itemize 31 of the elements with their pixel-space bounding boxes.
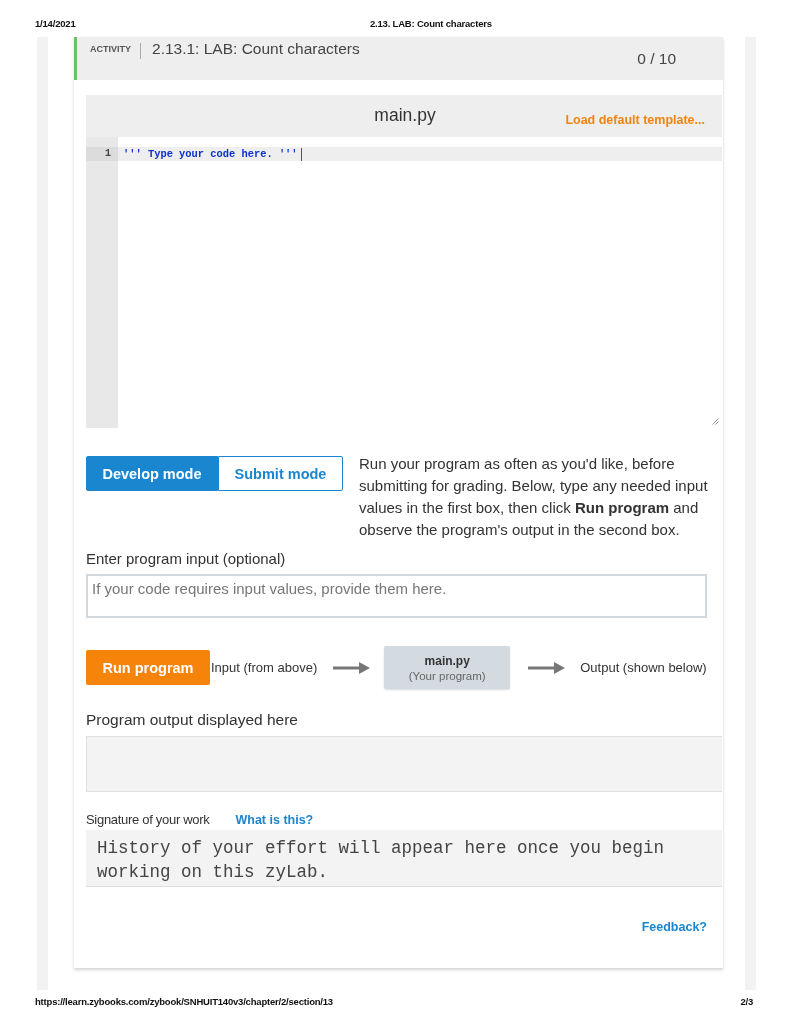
- activity-label: ACTIVITY: [90, 44, 131, 54]
- print-date: 1/14/2021: [35, 18, 77, 29]
- run-program-button[interactable]: Run program: [86, 650, 210, 685]
- page-url: https://learn.zybooks.com/zybook/SNHUIT140v3/chapter/2/section/13: [35, 996, 333, 1007]
- mode-tab[interactable]: Develop mode: [86, 456, 218, 491]
- page-number: 2/3: [740, 996, 753, 1007]
- input-field[interactable]: If your code requires input values, provide them here.: [86, 574, 707, 618]
- code-text: ''' Type your code here. ''': [123, 148, 298, 160]
- print-title: 2.13. LAB: Count characters: [370, 18, 492, 29]
- text-cursor: [300, 147, 302, 161]
- feedback-link[interactable]: Feedback?: [641, 920, 707, 934]
- score: 0 / 10: [637, 50, 676, 68]
- what-is-this-link[interactable]: What is this?: [235, 813, 314, 827]
- instructions-text: Run your program as often as you'd like, before submitting for grading. Below, type any needed input values in the first box, then click Run program and observe the program's output in the second box.: [359, 454, 709, 540]
- input-source-label: Input (from above): [211, 660, 318, 675]
- output-destination-label: Output (shown below): [580, 660, 707, 675]
- input-label: Enter program input (optional): [86, 550, 287, 567]
- arrow-icon: [333, 661, 371, 674]
- line-number: 1: [86, 147, 118, 161]
- mode-tab[interactable]: Submit mode: [218, 456, 343, 491]
- resize-handle-icon[interactable]: [712, 418, 719, 425]
- code-editor[interactable]: 1 ''' Type your code here. ''': [86, 137, 722, 428]
- arrow-icon: [528, 661, 566, 674]
- program-name: main.py: [424, 653, 470, 668]
- activity-title: 2.13.1: LAB: Count characters: [152, 40, 360, 58]
- signature-label: Signature of your work: [86, 812, 210, 827]
- output-label: Program output displayed here: [86, 711, 299, 729]
- program-caption: (Your program): [408, 669, 486, 682]
- signature-text: History of your effort will appear here once you begin working on this zyLab.: [97, 838, 665, 882]
- load-template-link[interactable]: Load default template...: [565, 113, 705, 127]
- file-name: main.py: [374, 104, 436, 126]
